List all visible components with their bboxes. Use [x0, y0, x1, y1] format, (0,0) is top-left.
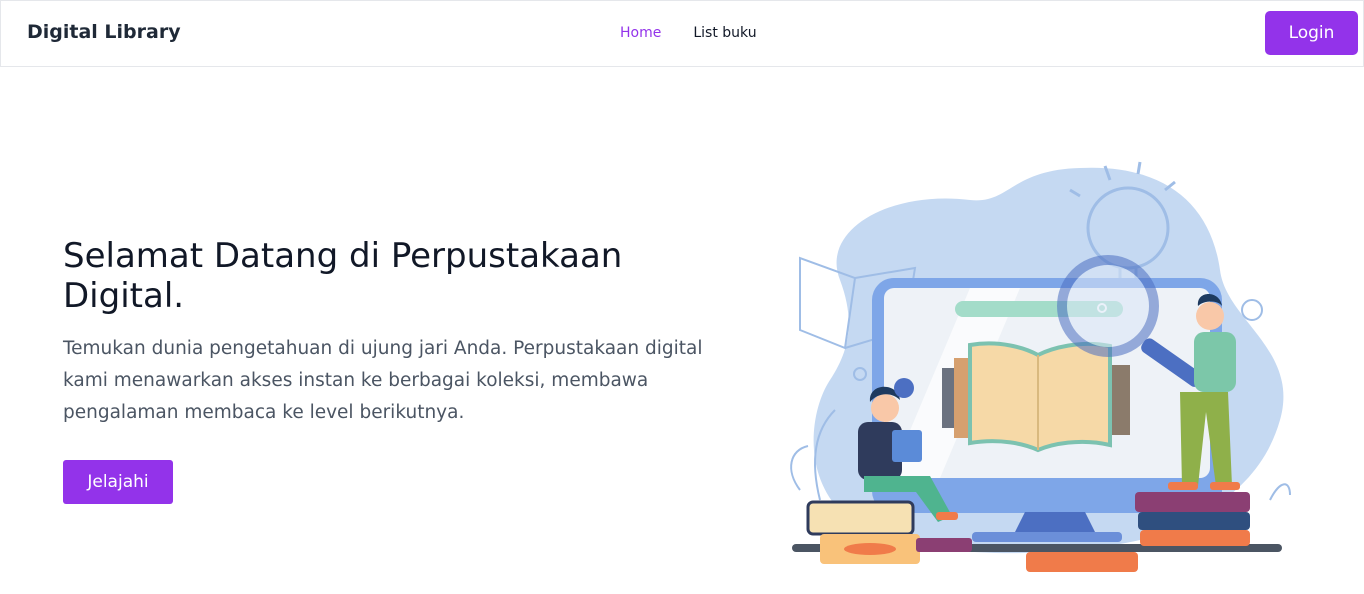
hero-description: Temukan dunia pengetahuan di ujung jari …: [63, 338, 703, 423]
right-book-stack: [1135, 492, 1250, 546]
brand-logo[interactable]: Digital Library: [27, 21, 181, 43]
digital-library-illustration: [790, 161, 1291, 572]
nav-links: Home List buku: [620, 25, 757, 41]
login-button[interactable]: Login: [1265, 11, 1358, 55]
floor-book: [1026, 552, 1138, 572]
navbar: Digital Library Home List buku Login: [0, 0, 1364, 67]
hero-title: Selamat Datang di Perpustakaan Digital.: [63, 236, 623, 316]
nav-link-list-buku[interactable]: List buku: [693, 25, 756, 41]
open-book-icon: [968, 341, 1112, 453]
explore-button[interactable]: Jelajahi: [63, 460, 173, 504]
nav-link-home[interactable]: Home: [620, 25, 661, 41]
